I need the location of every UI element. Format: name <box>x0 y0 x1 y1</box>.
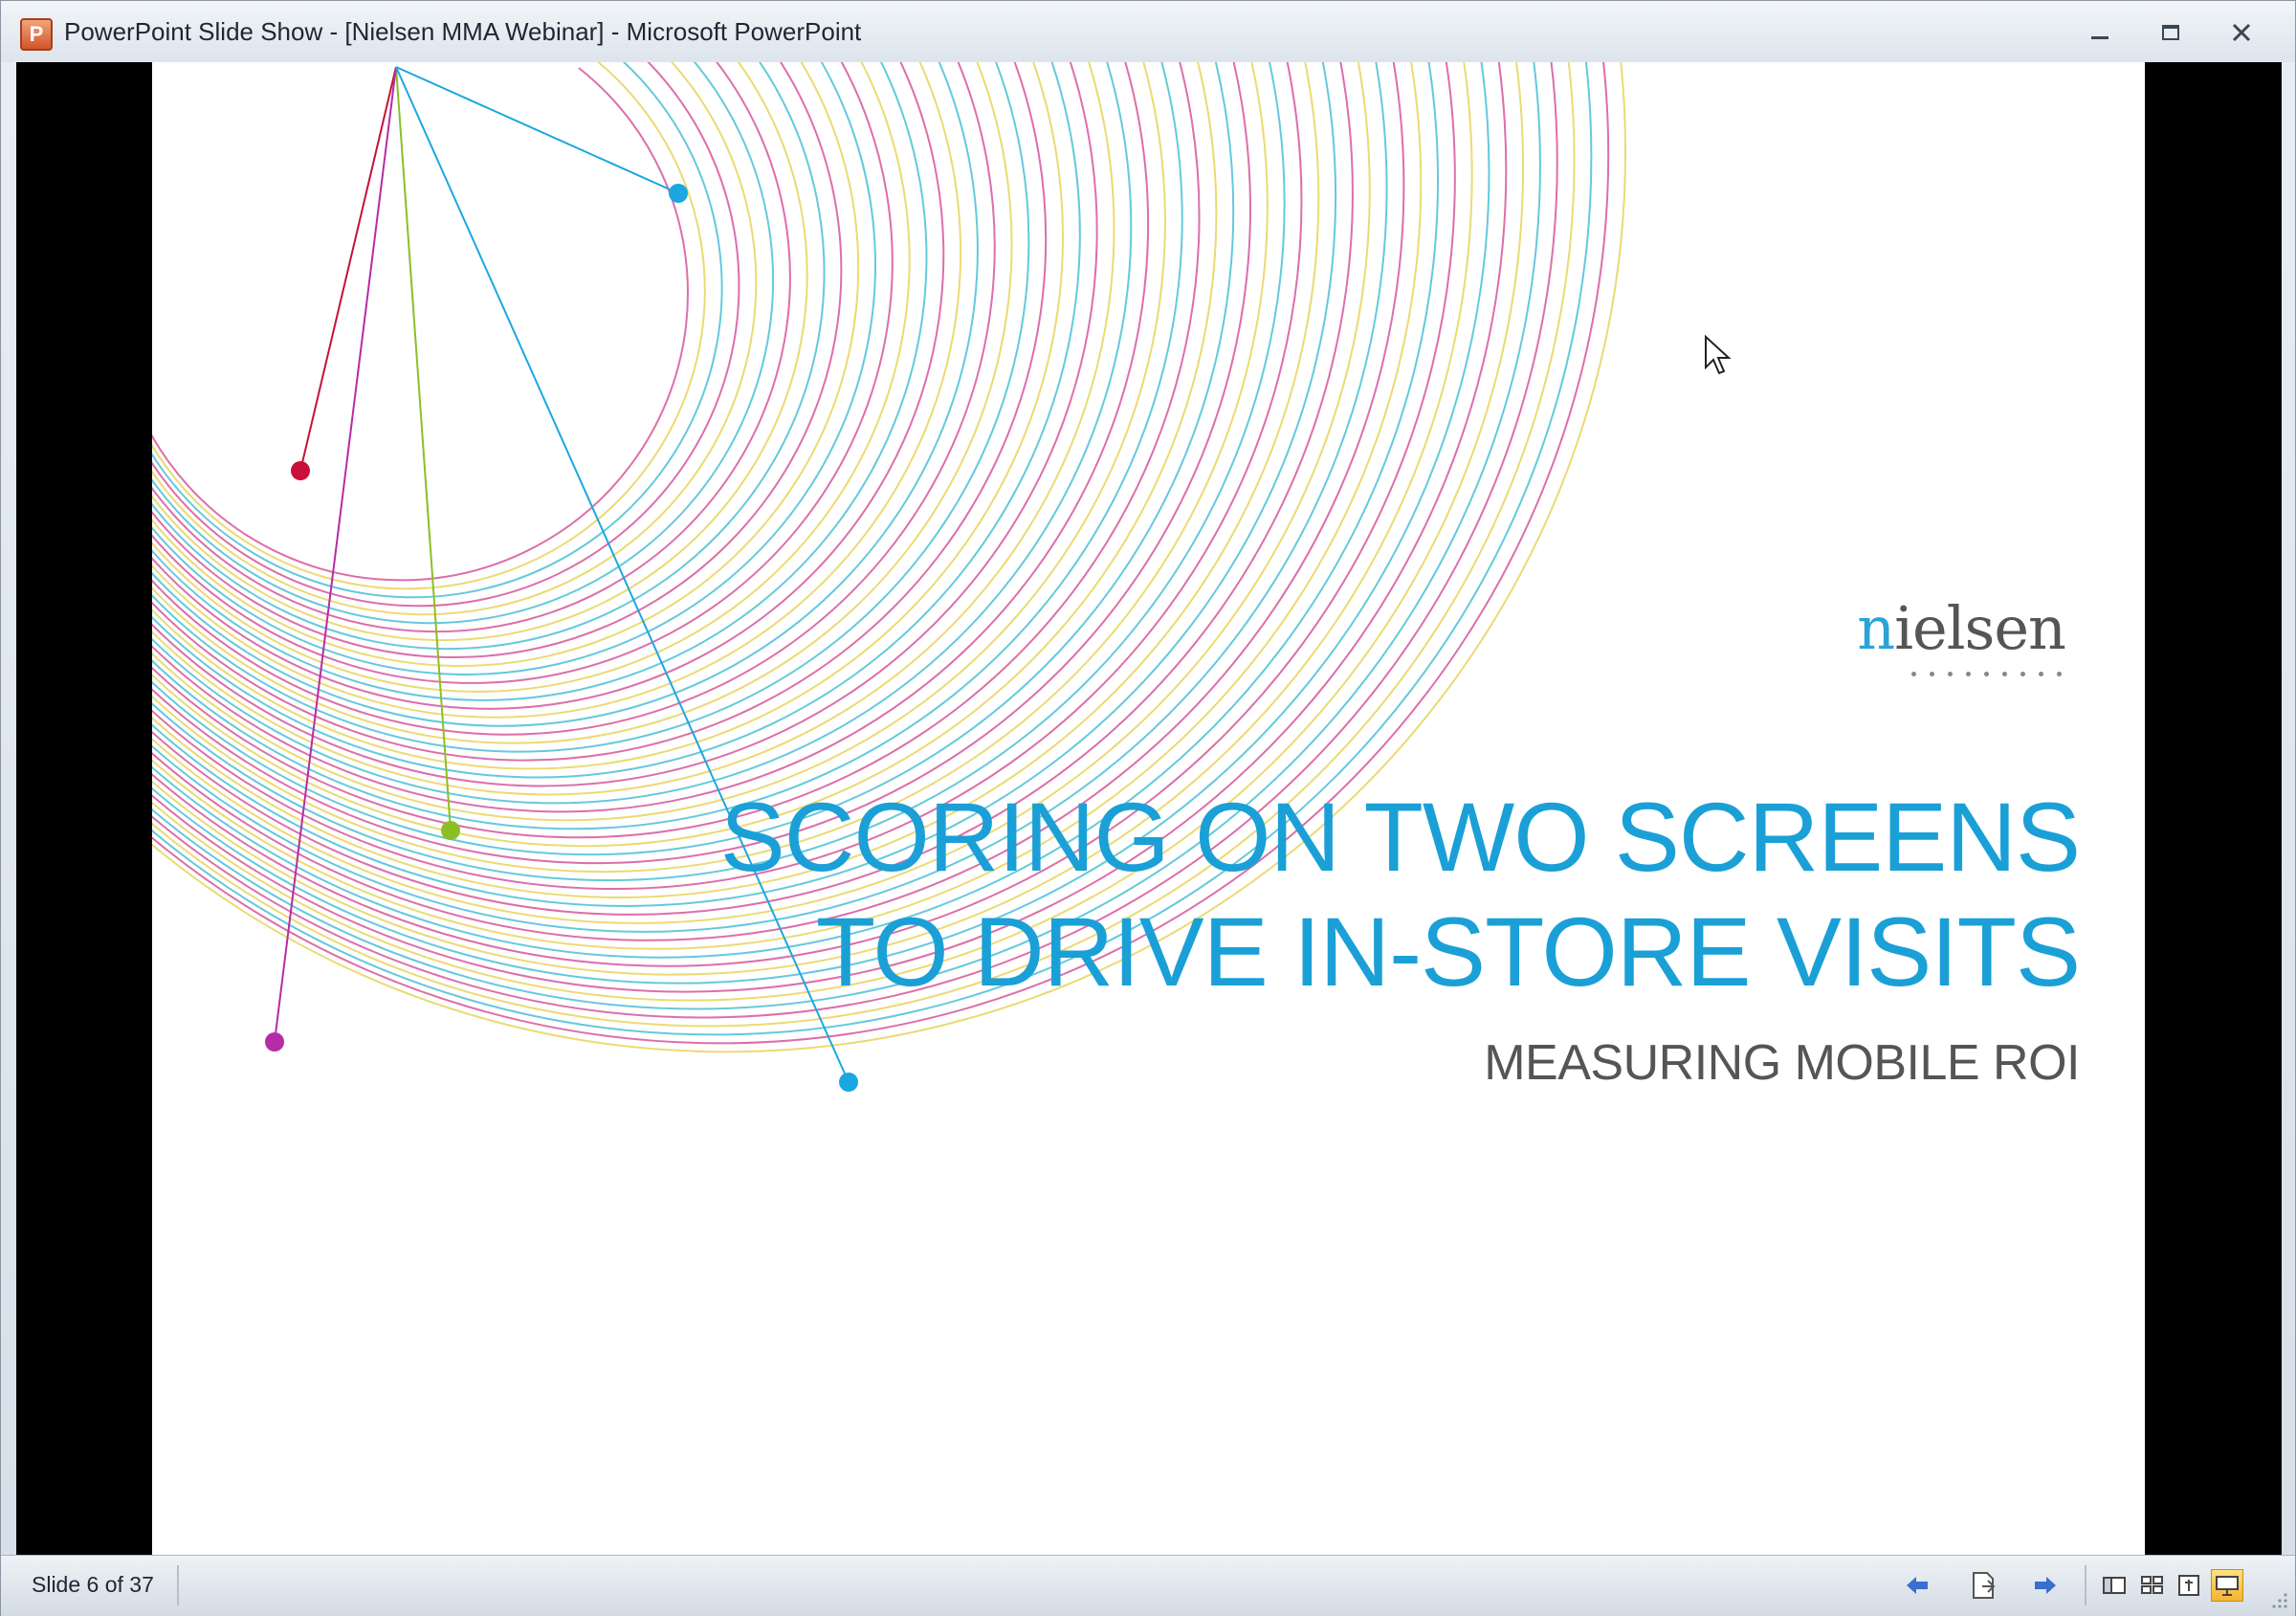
decorative-line <box>395 66 679 194</box>
decorative-arc <box>152 62 1269 874</box>
status-divider <box>2085 1565 2086 1605</box>
resize-grip-icon[interactable] <box>2270 1591 2289 1610</box>
reading-view-icon <box>2178 1575 2199 1596</box>
close-icon <box>2232 23 2251 42</box>
nielsen-logo: nielsen <box>1857 593 2066 727</box>
slide-show-icon <box>2216 1576 2239 1596</box>
notes-button[interactable] <box>1968 1569 2000 1602</box>
previous-slide-button[interactable] <box>1901 1569 1933 1602</box>
normal-view-button[interactable] <box>2098 1569 2130 1602</box>
decorative-arc <box>152 62 1030 753</box>
slide-show-stage[interactable]: nielsen SCORING ON TWO SCREENS TO DRIVE … <box>16 62 2282 1555</box>
previous-slide-icon <box>1907 1577 1928 1594</box>
normal-view-icon <box>2103 1577 2126 1594</box>
decorative-dot <box>441 821 460 840</box>
maximize-icon <box>2162 25 2179 40</box>
decorative-arc <box>152 62 723 599</box>
decorative-arc <box>152 62 1166 822</box>
window-title: PowerPoint Slide Show - [Nielsen MMA Web… <box>64 17 862 46</box>
status-bar: Slide 6 of 37 <box>1 1555 2295 1616</box>
decorative-arc <box>152 62 775 625</box>
decorative-arc <box>152 62 1013 744</box>
slide-show-button[interactable] <box>2211 1569 2243 1602</box>
powerpoint-window: P PowerPoint Slide Show - [Nielsen MMA W… <box>0 0 2296 1616</box>
minimize-icon <box>2091 35 2108 39</box>
slide-subtitle: MEASURING MOBILE ROI <box>1484 1035 2080 1091</box>
decorative-arc <box>152 62 996 736</box>
slide-counter: Slide 6 of 37 <box>32 1572 154 1597</box>
reading-view-button[interactable] <box>2173 1569 2205 1602</box>
decorative-arc <box>152 67 689 582</box>
title-bar[interactable]: P PowerPoint Slide Show - [Nielsen MMA W… <box>1 1 2295 62</box>
next-slide-icon <box>2035 1577 2056 1594</box>
decorative-line <box>274 66 397 1043</box>
nielsen-logo-text: nielsen <box>1857 593 2066 663</box>
powerpoint-icon[interactable]: P <box>20 18 53 51</box>
maximize-button[interactable] <box>2152 18 2190 47</box>
decorative-dot <box>669 184 688 203</box>
decorative-dot <box>291 461 310 480</box>
slide[interactable]: nielsen SCORING ON TWO SCREENS TO DRIVE … <box>152 62 2145 1555</box>
close-button[interactable] <box>2222 18 2261 47</box>
slide-sorter-icon <box>2141 1576 2163 1594</box>
decorative-dot <box>839 1073 858 1092</box>
decorative-line <box>299 66 397 472</box>
status-divider <box>177 1565 179 1605</box>
decorative-arc <box>152 62 894 684</box>
slide-sorter-button[interactable] <box>2136 1569 2169 1602</box>
minimize-button[interactable] <box>2081 18 2119 47</box>
mouse-cursor-icon <box>1705 335 1732 375</box>
notes-icon <box>1973 1572 1996 1599</box>
slide-title-line-2: TO DRIVE IN-STORE VISITS <box>815 897 2081 1007</box>
next-slide-button[interactable] <box>2029 1569 2062 1602</box>
decorative-line <box>395 66 850 1083</box>
logo-dots <box>1911 672 2062 676</box>
decorative-arc <box>152 62 791 633</box>
decorative-arc <box>152 62 1251 865</box>
decorative-arc <box>152 62 1048 762</box>
decorative-arc <box>152 62 1133 805</box>
decorative-dot <box>265 1032 284 1052</box>
slide-title-line-1: SCORING ON TWO SCREENS <box>719 783 2081 892</box>
